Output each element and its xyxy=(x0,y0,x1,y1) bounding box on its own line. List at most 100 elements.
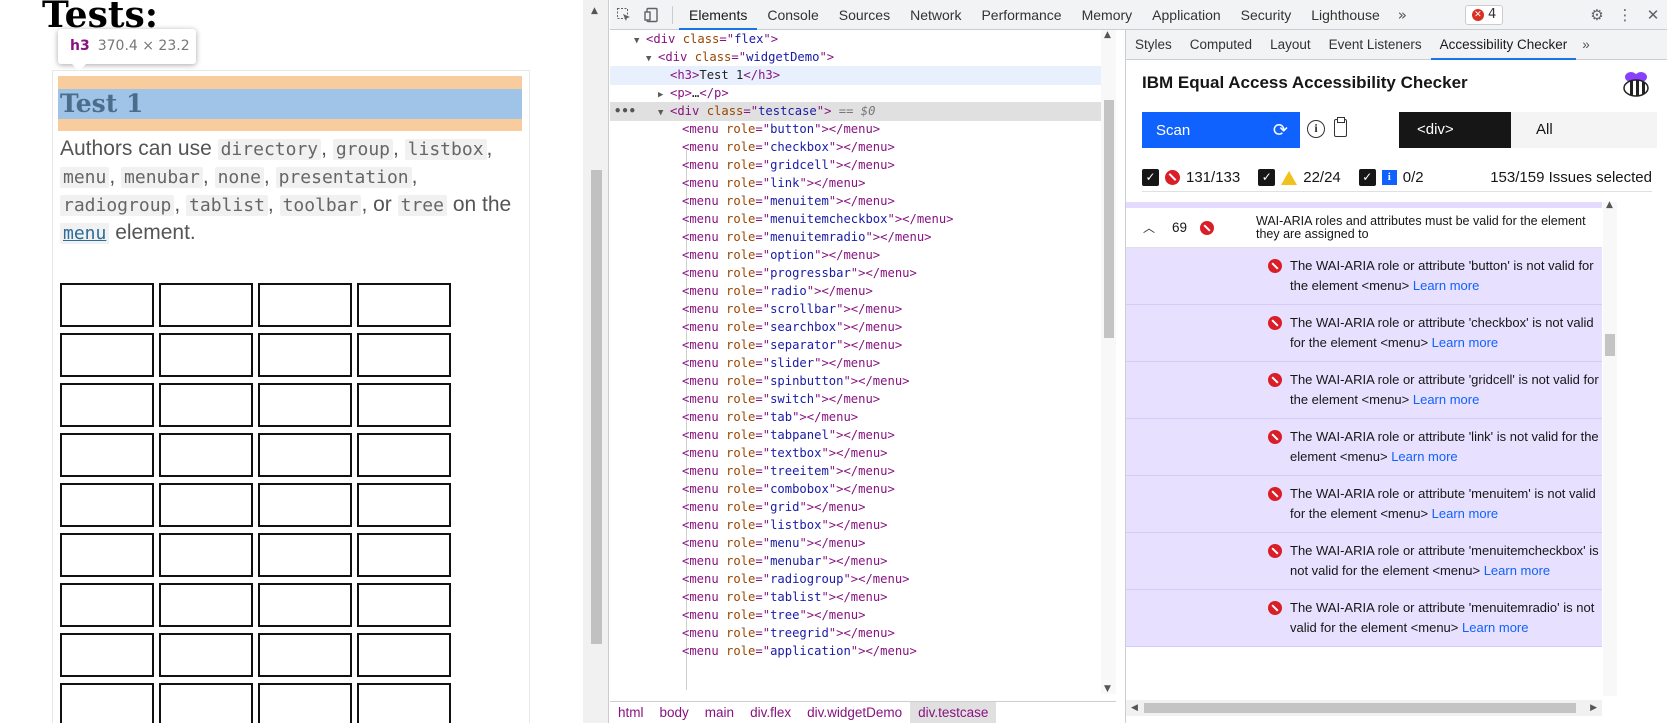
tab-sources[interactable]: Sources xyxy=(829,0,900,30)
breadcrumb-item[interactable]: div.flex xyxy=(742,702,799,723)
tab-application[interactable]: Application xyxy=(1142,0,1231,30)
dom-node-menu[interactable]: <menu role="searchbox"></menu> xyxy=(610,318,1102,337)
dom-node-menu[interactable]: <menu role="combobox"></menu> xyxy=(610,480,1102,499)
breadcrumb-item[interactable]: body xyxy=(652,702,697,723)
dom-node-menu[interactable]: <menu role="application"></menu> xyxy=(610,642,1102,661)
dom-node-menu[interactable]: <menu role="treegrid"></menu> xyxy=(610,624,1102,643)
issue-row[interactable]: The WAI-ARIA role or attribute 'menuitem… xyxy=(1126,533,1602,590)
issue-row[interactable]: The WAI-ARIA role or attribute 'checkbox… xyxy=(1126,305,1602,362)
close-icon[interactable]: ✕ xyxy=(1639,0,1667,30)
dom-node[interactable]: ▼ <div class="flex"> xyxy=(610,30,1102,49)
learn-more-link[interactable]: Learn more xyxy=(1391,449,1457,464)
tab-lighthouse[interactable]: Lighthouse xyxy=(1301,0,1390,30)
tab-console[interactable]: Console xyxy=(757,0,828,30)
page-scrollbar[interactable]: ▲ xyxy=(583,0,609,723)
dom-node-menu[interactable]: <menu role="radio"></menu> xyxy=(610,282,1102,301)
dom-node-menu[interactable]: <menu role="tabpanel"></menu> xyxy=(610,426,1102,445)
dom-node[interactable]: <h3>Test 1</h3> xyxy=(610,66,1102,85)
elements-scroll-thumb[interactable] xyxy=(1104,100,1114,338)
dom-node-menu[interactable]: <menu role="button"></menu> xyxy=(610,120,1102,139)
issue-group-header[interactable]: ︿ 69 WAI-ARIA roles and attributes must … xyxy=(1126,208,1602,248)
dom-node-menu[interactable]: <menu role="checkbox"></menu> xyxy=(610,138,1102,157)
elements-scrollbar[interactable]: ▲ ▼ xyxy=(1101,30,1116,694)
element-scope-toggle[interactable]: <div> xyxy=(1399,112,1511,148)
breadcrumb-item[interactable]: div.widgetDemo xyxy=(799,702,910,723)
learn-more-link[interactable]: Learn more xyxy=(1462,620,1528,635)
learn-more-link[interactable]: Learn more xyxy=(1413,278,1479,293)
tab-performance[interactable]: Performance xyxy=(971,0,1071,30)
dom-node-menu[interactable]: <menu role="listbox"></menu> xyxy=(610,516,1102,535)
dom-node-menu[interactable]: <menu role="menu"></menu> xyxy=(610,534,1102,553)
dom-node[interactable]: ▶ <p>…</p> xyxy=(610,84,1102,103)
more-tabs-icon[interactable]: » xyxy=(1576,37,1596,52)
scroll-up-arrow-icon[interactable]: ▲ xyxy=(591,6,598,16)
horizontal-scrollbar[interactable]: ◀ ▶ xyxy=(1126,700,1602,716)
dom-node-menu[interactable]: <menu role="tablist"></menu> xyxy=(610,588,1102,607)
issue-row[interactable]: The WAI-ARIA role or attribute 'menuitem… xyxy=(1126,590,1602,647)
issue-row[interactable]: The WAI-ARIA role or attribute 'menuitem… xyxy=(1126,476,1602,533)
dom-node-menu[interactable]: <menu role="treeitem"></menu> xyxy=(610,462,1102,481)
info-icon[interactable]: i xyxy=(1307,120,1325,138)
horizontal-scroll-thumb[interactable] xyxy=(1144,703,1576,713)
chevron-up-icon[interactable]: ︿ xyxy=(1126,219,1172,236)
dom-node-menu[interactable]: <menu role="tree"></menu> xyxy=(610,606,1102,625)
gear-icon[interactable]: ⚙ xyxy=(1583,0,1611,30)
breadcrumb-item[interactable]: div.testcase xyxy=(910,701,997,723)
recommendations-checkbox[interactable]: ✓ xyxy=(1358,169,1376,186)
tab-security[interactable]: Security xyxy=(1231,0,1302,30)
dom-node[interactable]: ▼ <div class="widgetDemo"> xyxy=(610,48,1102,67)
dom-node-menu[interactable]: <menu role="gridcell"></menu> xyxy=(610,156,1102,175)
dom-node-menu[interactable]: <menu role="slider"></menu> xyxy=(610,354,1102,373)
page-scroll-thumb[interactable] xyxy=(591,170,602,644)
sidebar-tab-styles[interactable]: Styles xyxy=(1126,30,1181,60)
node-actions-icon[interactable]: ••• xyxy=(614,102,636,121)
dom-node-menu[interactable]: <menu role="tab"></menu> xyxy=(610,408,1102,427)
kebab-icon[interactable]: ⋮ xyxy=(1611,0,1639,30)
issue-row[interactable]: The WAI-ARIA role or attribute 'gridcell… xyxy=(1126,362,1602,419)
violations-checkbox[interactable]: ✓ xyxy=(1142,169,1159,186)
inspect-icon[interactable] xyxy=(610,0,638,30)
issue-scroll-thumb[interactable] xyxy=(1605,334,1615,356)
sidebar-tab-computed[interactable]: Computed xyxy=(1181,30,1261,60)
learn-more-link[interactable]: Learn more xyxy=(1432,335,1498,350)
breadcrumb-item[interactable]: html xyxy=(610,702,652,723)
dom-node-menu[interactable]: <menu role="menuitem"></menu> xyxy=(610,192,1102,211)
tab-network[interactable]: Network xyxy=(900,0,971,30)
menu-element-link[interactable]: menu xyxy=(60,223,110,244)
dom-node-menu[interactable]: <menu role="separator"></menu> xyxy=(610,336,1102,355)
clipboard-icon[interactable] xyxy=(1334,117,1347,137)
tab-elements[interactable]: Elements xyxy=(679,0,758,30)
dom-node-menu[interactable]: <menu role="option"></menu> xyxy=(610,246,1102,265)
dom-node-menu[interactable]: <menu role="radiogroup"></menu> xyxy=(610,570,1102,589)
dom-node-menu[interactable]: <menu role="scrollbar"></menu> xyxy=(610,300,1102,319)
sidebar-tab-event-listeners[interactable]: Event Listeners xyxy=(1320,30,1431,60)
dom-node-menu[interactable]: <menu role="textbox"></menu> xyxy=(610,444,1102,463)
dom-node-menu[interactable]: <menu role="menuitemcheckbox"></menu> xyxy=(610,210,1102,229)
device-toolbar-icon[interactable] xyxy=(638,0,666,30)
sidebar-tab-layout[interactable]: Layout xyxy=(1261,30,1320,60)
issue-scrollbar[interactable]: ▲ xyxy=(1603,200,1617,696)
learn-more-link[interactable]: Learn more xyxy=(1413,392,1479,407)
dom-node-menu[interactable]: <menu role="progressbar"></menu> xyxy=(610,264,1102,283)
error-count-badge[interactable]: ✕ 4 xyxy=(1464,4,1504,25)
dom-node-menu[interactable]: <menu role="menubar"></menu> xyxy=(610,552,1102,571)
all-scope-toggle[interactable]: All xyxy=(1511,112,1657,148)
scroll-up-arrow-icon[interactable]: ▲ xyxy=(1104,30,1111,40)
scroll-right-arrow-icon[interactable]: ▶ xyxy=(1590,700,1597,716)
dom-node-menu[interactable]: <menu role="grid"></menu> xyxy=(610,498,1102,517)
issue-row[interactable]: The WAI-ARIA role or attribute 'button' … xyxy=(1126,248,1602,305)
tab-memory[interactable]: Memory xyxy=(1072,0,1143,30)
warnings-checkbox[interactable]: ✓ xyxy=(1258,169,1276,186)
scroll-down-arrow-icon[interactable]: ▼ xyxy=(1104,684,1111,694)
scroll-up-arrow-icon[interactable]: ▲ xyxy=(1606,200,1613,210)
dom-node-menu[interactable]: <menu role="switch"></menu> xyxy=(610,390,1102,409)
learn-more-link[interactable]: Learn more xyxy=(1432,506,1498,521)
dom-node-menu[interactable]: <menu role="spinbutton"></menu> xyxy=(610,372,1102,391)
scroll-left-arrow-icon[interactable]: ◀ xyxy=(1131,700,1138,716)
dom-node[interactable]: ••• ▼ <div class="testcase"> == $0 xyxy=(610,102,1102,121)
issue-row[interactable]: The WAI-ARIA role or attribute 'link' is… xyxy=(1126,419,1602,476)
dom-node-menu[interactable]: <menu role="menuitemradio"></menu> xyxy=(610,228,1102,247)
scan-button[interactable]: Scan ⟳ xyxy=(1142,112,1300,148)
learn-more-link[interactable]: Learn more xyxy=(1484,563,1550,578)
sidebar-tab-accessibility-checker[interactable]: Accessibility Checker xyxy=(1430,30,1577,60)
